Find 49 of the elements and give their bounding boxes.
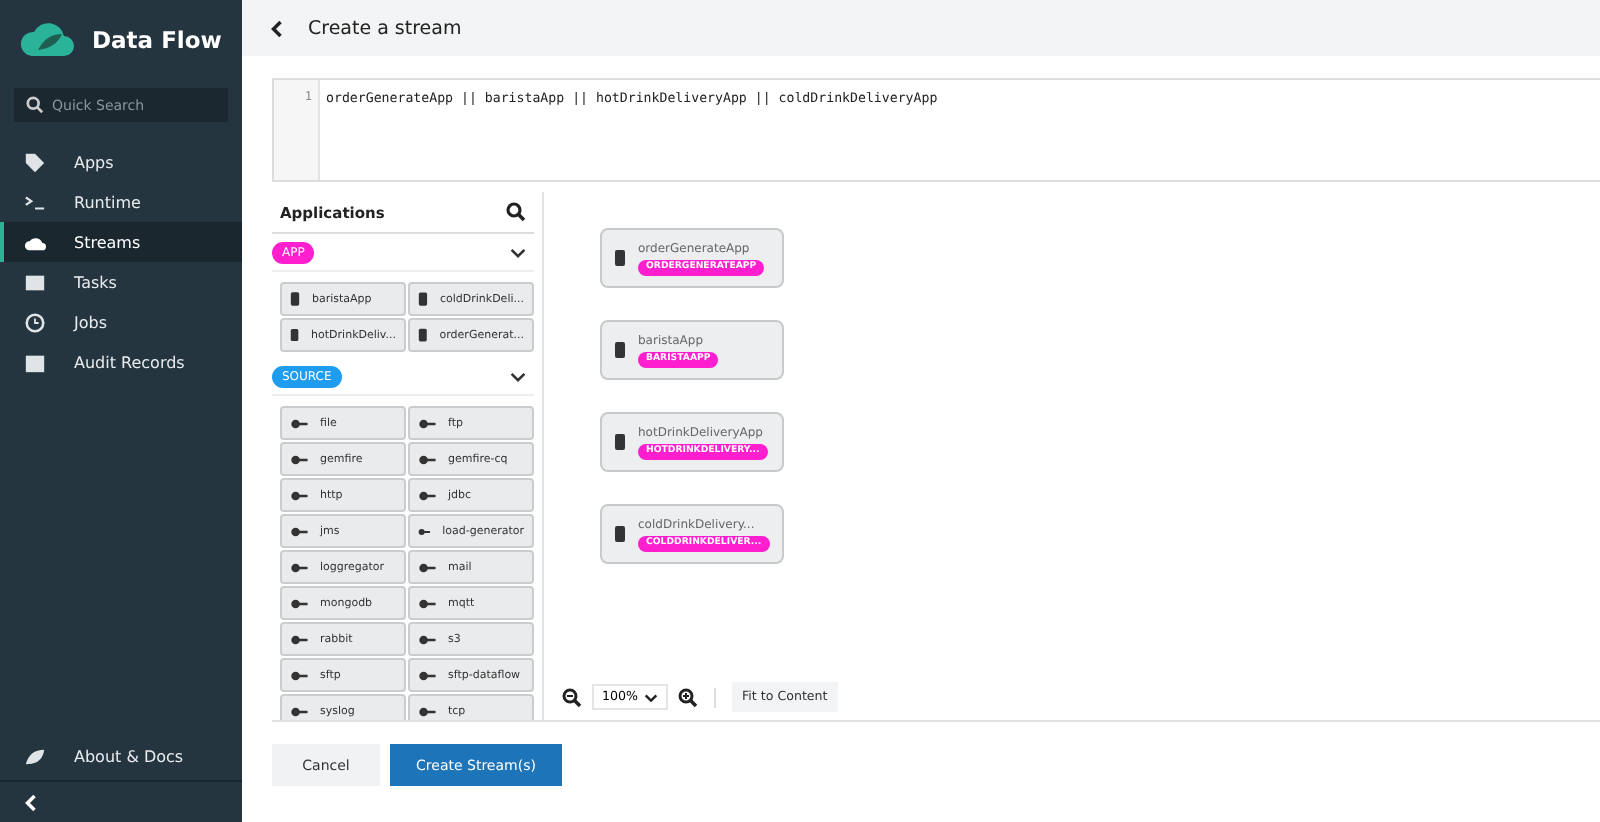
- key-icon: [418, 705, 436, 717]
- sidebar-item[interactable]: Jobs: [0, 302, 242, 342]
- sidebar-item[interactable]: Streams: [0, 222, 242, 262]
- key-icon: [290, 525, 308, 537]
- tag-icon: [24, 151, 46, 173]
- sidebar-item[interactable]: Audit Records: [0, 342, 242, 382]
- chip-icon: [290, 292, 300, 306]
- key-icon: [290, 705, 308, 717]
- chevron-icon[interactable]: [510, 247, 526, 257]
- key-icon: [290, 561, 308, 573]
- key-icon: [290, 669, 308, 681]
- sidebar-item[interactable]: Runtime: [0, 182, 242, 222]
- key-icon: [418, 489, 436, 501]
- key-icon: [418, 561, 436, 573]
- clock-icon: [24, 311, 46, 333]
- zoom-out-icon[interactable]: [562, 687, 582, 707]
- search-icon[interactable]: [506, 202, 526, 222]
- cloud-leaf-logo-icon: [20, 20, 76, 60]
- key-icon: [290, 633, 308, 645]
- sidebar-item[interactable]: Tasks: [0, 262, 242, 302]
- terminal-icon: [24, 191, 46, 213]
- key-icon: [290, 597, 308, 609]
- key-icon: [290, 417, 308, 429]
- page-title: Create a stream: [308, 17, 462, 39]
- chip-icon: [614, 526, 626, 542]
- key-icon: [418, 633, 436, 645]
- chip-icon: [614, 342, 626, 358]
- collapse-chevron-icon[interactable]: [24, 793, 38, 811]
- key-icon: [290, 453, 308, 465]
- chevron-icon[interactable]: [510, 371, 526, 381]
- key-icon: [418, 417, 436, 429]
- brand-name: Data Flow: [92, 26, 222, 54]
- key-icon: [418, 525, 431, 537]
- chip-icon: [614, 434, 626, 450]
- key-icon: [290, 489, 308, 501]
- chip-icon: [418, 328, 428, 342]
- sidebar-item[interactable]: About & Docs: [0, 736, 242, 776]
- chip-icon: [418, 292, 428, 306]
- chip-icon: [290, 328, 300, 342]
- key-icon: [418, 453, 436, 465]
- leaf-icon: [24, 745, 46, 767]
- key-icon: [418, 597, 436, 609]
- sidebar-item[interactable]: Apps: [0, 142, 242, 182]
- zoom-in-icon[interactable]: [678, 687, 699, 707]
- back-chevron-icon[interactable]: [270, 19, 284, 37]
- search-icon: [26, 96, 44, 114]
- chevron-icon: [644, 693, 659, 701]
- key-icon: [418, 669, 436, 681]
- chip-icon: [614, 250, 626, 266]
